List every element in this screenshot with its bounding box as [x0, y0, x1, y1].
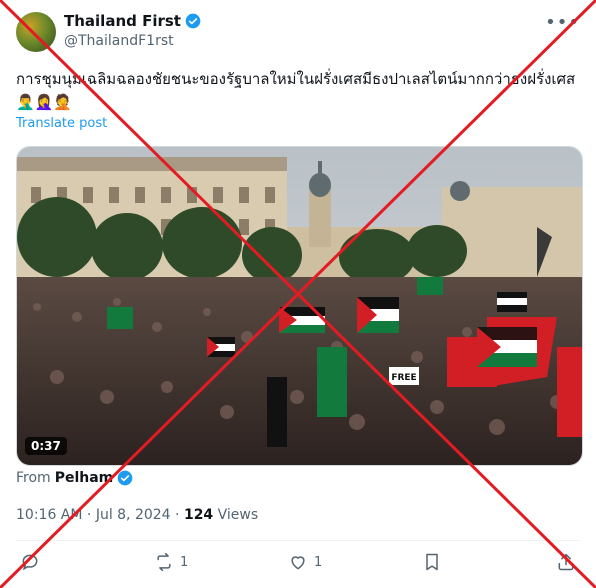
like-count: 1: [314, 554, 323, 570]
share-icon: [558, 553, 574, 571]
bookmark-icon: [426, 553, 438, 571]
like-button[interactable]: 1: [288, 552, 322, 572]
post-time[interactable]: 10:16 AM: [16, 507, 82, 523]
from-attribution: From Pelham: [16, 470, 133, 486]
author-display-name[interactable]: Thailand First: [64, 12, 181, 30]
post-metadata: 10:16 AM · Jul 8, 2024 · 124 Views: [16, 507, 259, 523]
action-bar: 1 1: [16, 552, 580, 580]
share-button[interactable]: [556, 552, 576, 572]
from-prefix: From: [16, 470, 51, 486]
reply-button[interactable]: [20, 552, 46, 572]
more-options-icon[interactable]: •••: [545, 12, 580, 33]
heart-icon: [291, 556, 305, 570]
views-label: Views: [217, 507, 259, 523]
verified-badge-icon: [185, 13, 201, 29]
post-date[interactable]: Jul 8, 2024: [96, 507, 171, 523]
author-name-row: Thailand First: [64, 12, 201, 30]
bookmark-button[interactable]: [422, 552, 442, 572]
video-player[interactable]: FREE 0:37: [16, 146, 583, 466]
views-count: 124: [183, 507, 214, 523]
protest-sign-text: FREE: [391, 373, 416, 383]
translate-post-link[interactable]: Translate post: [16, 116, 107, 131]
verified-badge-icon: [117, 470, 133, 486]
repost-icon: [157, 552, 171, 572]
from-account-link[interactable]: Pelham: [55, 470, 114, 486]
video-frame: FREE: [17, 147, 582, 465]
author-handle[interactable]: @ThailandF1rst: [64, 33, 174, 49]
repost-count: 1: [180, 554, 189, 570]
video-duration-badge: 0:37: [25, 437, 67, 455]
avatar[interactable]: [16, 12, 56, 52]
repost-button[interactable]: 1: [154, 552, 188, 572]
divider: [16, 540, 580, 541]
post-text: การชุมนุมเฉลิมฉลองชัยชนะของรัฐบาลใหม่ในฝ…: [16, 70, 576, 111]
reply-icon: [22, 554, 38, 571]
